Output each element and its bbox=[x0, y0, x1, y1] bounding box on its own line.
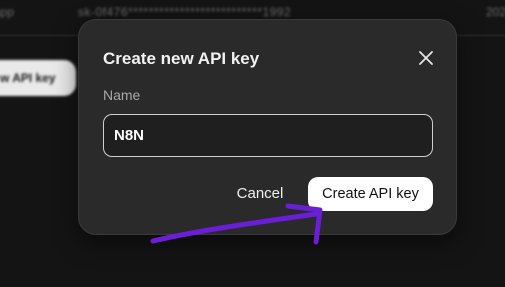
create-api-key-dialog: Create new API key Name Cancel Create AP… bbox=[78, 19, 457, 235]
close-icon[interactable] bbox=[417, 49, 435, 67]
name-field-label: Name bbox=[103, 87, 141, 103]
create-api-key-button[interactable]: Create API key bbox=[308, 177, 433, 211]
close-icon-graphic bbox=[419, 51, 433, 65]
page: app sk-0f476**************************19… bbox=[0, 0, 505, 287]
background-create-key-button: w API key bbox=[0, 60, 76, 96]
background-masked-key: sk-0f476**************************1992 bbox=[78, 5, 292, 19]
background-app-name: app bbox=[0, 5, 15, 19]
background-created-date: 202 bbox=[486, 5, 505, 19]
cancel-button[interactable]: Cancel bbox=[227, 175, 293, 211]
dialog-title: Create new API key bbox=[103, 49, 260, 68]
name-input[interactable] bbox=[103, 114, 433, 157]
